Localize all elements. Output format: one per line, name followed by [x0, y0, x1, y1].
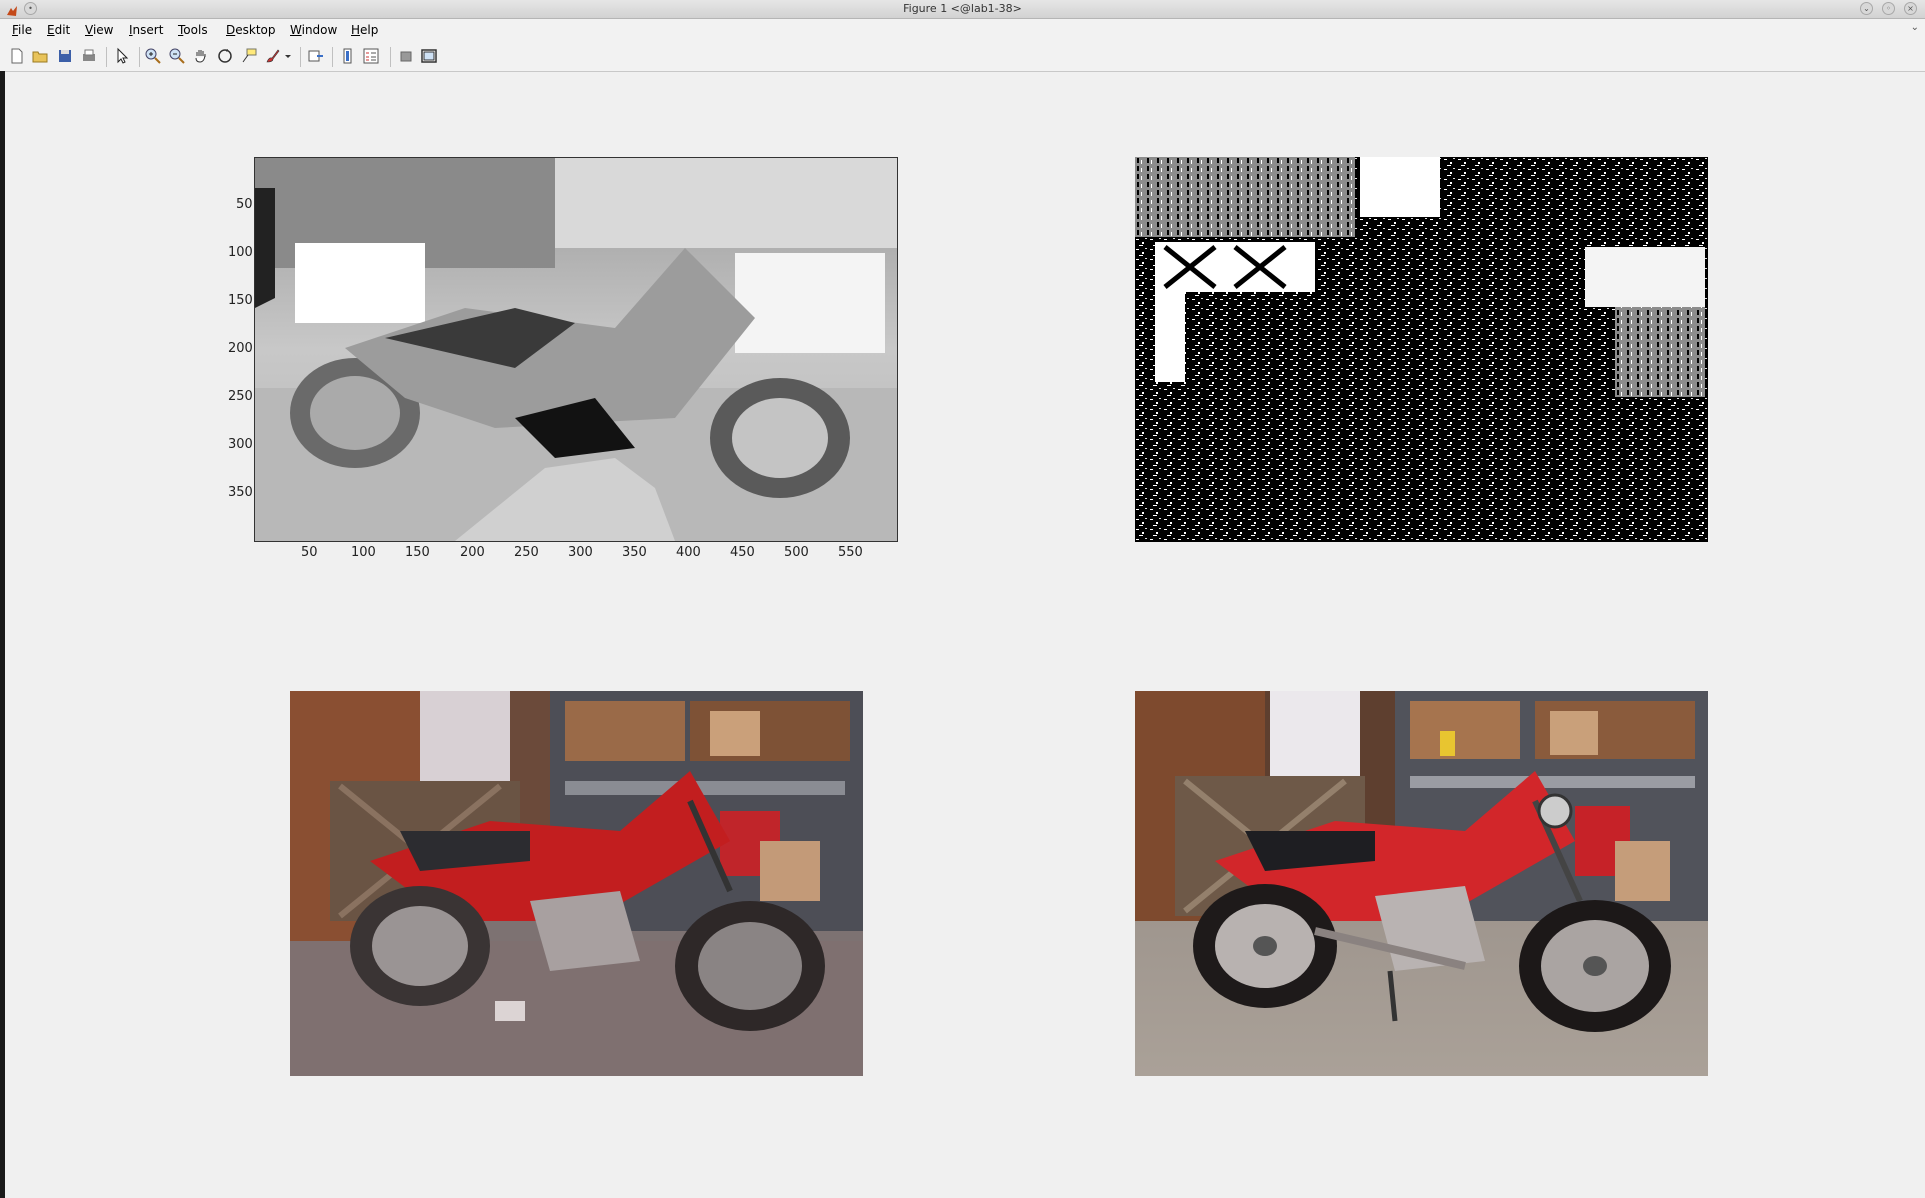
new-figure-icon[interactable]	[8, 47, 26, 65]
toolbar-separator	[106, 47, 107, 67]
toolbar-separator	[332, 47, 333, 67]
hide-plot-tools-icon[interactable]	[397, 47, 415, 65]
menu-window[interactable]: Window	[290, 23, 337, 37]
x-tick-label: 200	[460, 545, 485, 560]
toolbar-separator	[139, 47, 140, 67]
binary-edge-image	[1135, 157, 1708, 542]
y-tick-label: 150	[228, 293, 253, 308]
axes-segmented-grayscale[interactable]	[254, 157, 898, 542]
menubar: File Edit View Insert Tools Desktop Wind…	[0, 19, 1925, 41]
y-tick-label: 50	[236, 197, 253, 212]
figure-toolbar	[0, 41, 1925, 72]
print-icon[interactable]	[80, 47, 98, 65]
x-tick-label: 450	[730, 545, 755, 560]
x-tick-label: 100	[351, 545, 376, 560]
minimize-icon[interactable]: ⌄	[1860, 2, 1873, 15]
zoom-in-icon[interactable]	[144, 47, 162, 65]
colorbar-icon[interactable]	[339, 47, 357, 65]
x-tick-label: 550	[838, 545, 863, 560]
menu-help[interactable]: Help	[351, 23, 378, 37]
x-tick-label: 250	[514, 545, 539, 560]
maximize-icon[interactable]: ◦	[1882, 2, 1895, 15]
segmented-grayscale-image	[255, 158, 897, 541]
menu-insert[interactable]: Insert	[129, 23, 163, 37]
x-tick-label: 300	[568, 545, 593, 560]
legend-icon[interactable]	[362, 47, 380, 65]
y-tick-label: 300	[228, 437, 253, 452]
pan-hand-icon[interactable]	[192, 47, 210, 65]
zoom-out-icon[interactable]	[168, 47, 186, 65]
brush-icon[interactable]	[264, 47, 282, 65]
pointer-icon[interactable]	[113, 47, 131, 65]
close-icon[interactable]: ×	[1904, 2, 1917, 15]
rotate-3d-icon[interactable]	[216, 47, 234, 65]
toolbar-separator	[300, 47, 301, 67]
window-title: Figure 1 <@lab1-38>	[903, 2, 1022, 15]
menu-view[interactable]: View	[85, 23, 113, 37]
x-tick-label: 150	[405, 545, 430, 560]
x-tick-label: 400	[676, 545, 701, 560]
menu-desktop[interactable]: Desktop	[226, 23, 276, 37]
save-icon[interactable]	[56, 47, 74, 65]
x-tick-label: 50	[301, 545, 318, 560]
y-tick-label: 100	[228, 245, 253, 260]
brush-dropdown-icon[interactable]	[283, 47, 293, 65]
window-titlebar: • Figure 1 <@lab1-38> ⌄ ◦ ×	[0, 0, 1925, 19]
link-plot-icon[interactable]	[307, 47, 325, 65]
toolbar-separator	[390, 47, 391, 67]
axes-binary-edges[interactable]	[1135, 157, 1708, 542]
y-tick-label: 250	[228, 389, 253, 404]
show-plot-tools-icon[interactable]	[420, 47, 438, 65]
axes-segmented-color[interactable]	[290, 691, 863, 1076]
data-cursor-icon[interactable]	[240, 47, 258, 65]
y-tick-label: 350	[228, 485, 253, 500]
axes-original-image[interactable]	[1135, 691, 1708, 1076]
open-file-icon[interactable]	[31, 47, 49, 65]
dock-arrow-icon[interactable]: ⌄	[1911, 22, 1919, 33]
menu-file[interactable]: File	[12, 23, 32, 37]
menu-tools[interactable]: Tools	[178, 23, 208, 37]
y-tick-label: 200	[228, 341, 253, 356]
x-tick-label: 350	[622, 545, 647, 560]
segmented-color-image	[290, 691, 863, 1076]
x-tick-label: 500	[784, 545, 809, 560]
menu-edit[interactable]: Edit	[47, 23, 70, 37]
original-motorcycle-image	[1135, 691, 1708, 1076]
